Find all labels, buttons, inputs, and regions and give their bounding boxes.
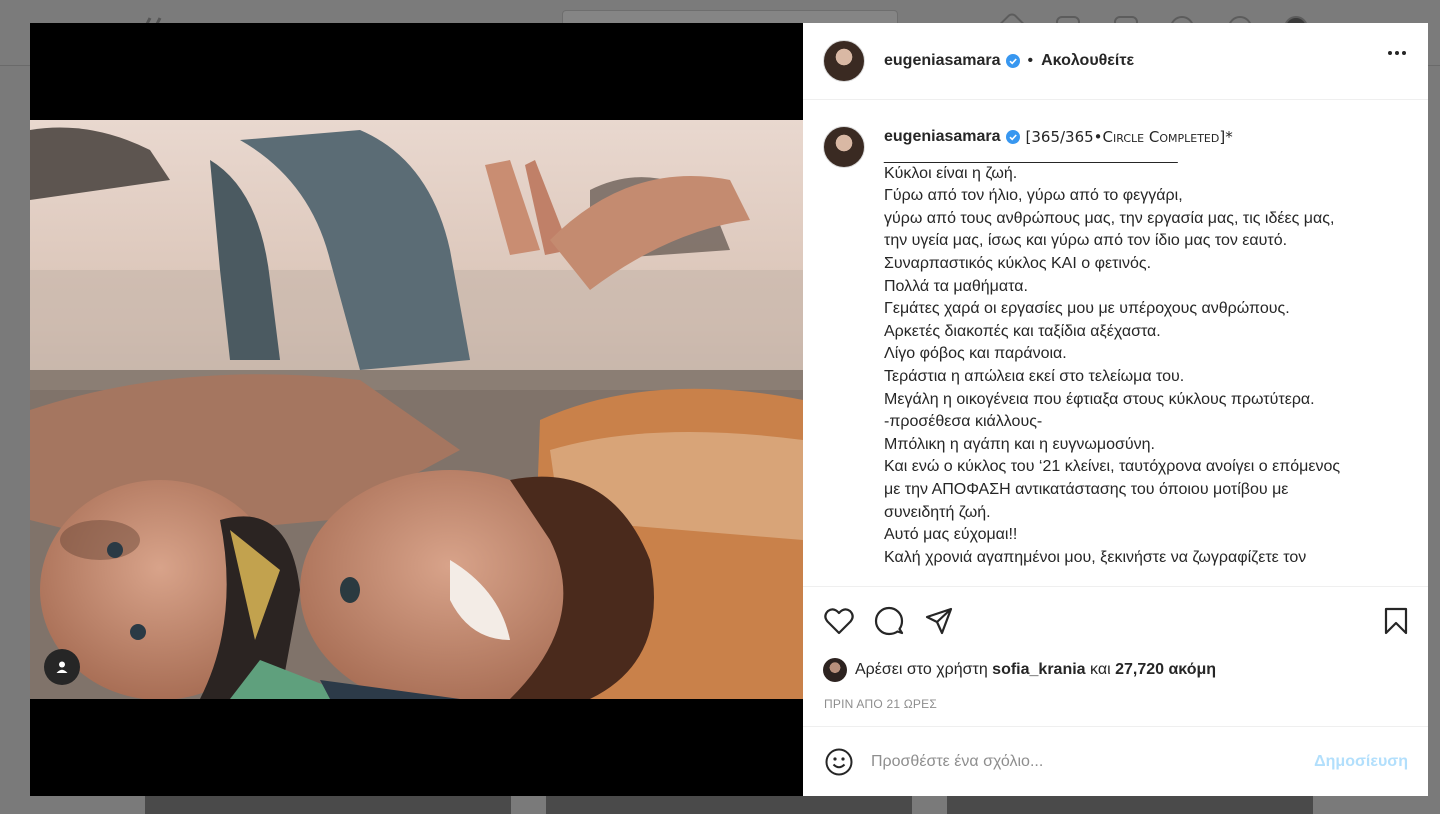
- post-actions-bar: [803, 586, 1428, 654]
- comment-button[interactable]: [873, 605, 905, 637]
- post-caption: eugeniasamara [365/365•Circle Completed]…: [884, 126, 1340, 586]
- liker-username[interactable]: sofia_krania: [992, 661, 1085, 679]
- likes-summary: Αρέσει στο χρήστη sofia_krania και 27,72…: [803, 654, 1428, 686]
- beach-selfie-image: [30, 120, 803, 699]
- caption-title: [365/365•Circle Completed]*: [1025, 128, 1233, 146]
- caption-line: Γύρω από τον ήλιο, γύρω από το φεγγάρι,: [884, 187, 1183, 205]
- likes-count[interactable]: 27,720 ακόμη: [1115, 661, 1216, 679]
- caption-author-username[interactable]: eugeniasamara: [884, 126, 1001, 149]
- verified-badge-icon: [1005, 54, 1020, 68]
- caption-line: Καλή χρονιά αγαπημένοι μου, ξεκινήστε να…: [884, 548, 1307, 566]
- caption-line: την υγεία μας, ίσως και γύρω από τον ίδι…: [884, 232, 1288, 250]
- caption-line: Κύκλοι είναι η ζωή.: [884, 164, 1018, 182]
- comment-input[interactable]: [871, 752, 1315, 771]
- caption-line: Λίγο φόβος και παράνοια.: [884, 345, 1067, 363]
- caption-line: Και ενώ ο κύκλος του ‘21 κλείνει, ταυτόχ…: [884, 458, 1341, 476]
- more-options-icon[interactable]: [1388, 51, 1406, 55]
- paper-plane-icon: [925, 607, 953, 634]
- caption-line: Συναρπαστικός κύκλος ΚΑΙ ο φετινός.: [884, 254, 1152, 272]
- caption-line: Τεράστια η απώλεια εκεί στο τελείωμα του…: [884, 367, 1185, 385]
- caption-line: -προσέθεσα κιάλλους-: [884, 413, 1043, 431]
- post-photo: [30, 120, 803, 699]
- user-tag-icon: [56, 661, 68, 673]
- verified-badge-icon: [1005, 130, 1020, 145]
- bookmark-icon: [1384, 607, 1408, 634]
- caption-line: Πολλά τα μαθήματα.: [884, 277, 1028, 295]
- caption-line: _________________________________: [884, 146, 1178, 164]
- post-header: eugeniasamara • Ακολουθείτε: [803, 23, 1428, 100]
- caption-line: συνειδητή ζωή.: [884, 503, 991, 521]
- author-avatar[interactable]: [823, 40, 865, 82]
- like-button[interactable]: [823, 605, 855, 637]
- background-thumbnail: [145, 796, 511, 814]
- post-comment-button[interactable]: Δημοσίευση: [1314, 753, 1408, 771]
- post-modal: eugeniasamara • Ακολουθείτε eugeniasamar…: [30, 23, 1428, 796]
- caption-line: Αυτό μας εύχομαι!!: [884, 526, 1018, 544]
- caption-line: Μεγάλη η οικογένεια που έφτιαξα στους κύ…: [884, 390, 1315, 408]
- post-timestamp[interactable]: ΠΡΙΝ ΑΠΟ 21 ΩΡΕΣ: [803, 686, 1428, 722]
- following-status-button[interactable]: Ακολουθείτε: [1041, 52, 1134, 70]
- likes-prefix: Αρέσει στο χρήστη: [855, 661, 988, 678]
- post-details-panel: eugeniasamara • Ακολουθείτε eugeniasamar…: [803, 23, 1428, 796]
- post-media: [30, 23, 803, 796]
- author-username[interactable]: eugeniasamara: [884, 52, 1001, 70]
- liker-avatar[interactable]: [823, 658, 847, 682]
- emoji-button[interactable]: [823, 746, 855, 778]
- likes-joiner: και: [1090, 661, 1111, 678]
- smiley-icon: [825, 748, 853, 775]
- comments-area: eugeniasamara [365/365•Circle Completed]…: [803, 100, 1428, 586]
- caption-line: γύρω από τους ανθρώπους μας, την εργασία…: [884, 209, 1335, 227]
- add-comment-bar: Δημοσίευση: [803, 726, 1428, 796]
- caption-line: Μπόλικη η αγάπη και η ευγνωμοσύνη.: [884, 435, 1155, 453]
- background-thumbnail: [947, 796, 1313, 814]
- share-button[interactable]: [923, 605, 955, 637]
- caption-author-avatar[interactable]: [823, 126, 865, 168]
- comment-bubble-icon: [874, 606, 904, 635]
- background-thumbnail: [546, 796, 912, 814]
- save-button[interactable]: [1380, 605, 1412, 637]
- heart-icon: [824, 607, 854, 634]
- caption-line: με την ΑΠΟΦΑΣΗ αντικατάστασης του όποιου…: [884, 480, 1289, 498]
- separator-dot: •: [1027, 52, 1034, 69]
- caption-line: Γεμάτες χαρά οι εργασίες μου με υπέροχου…: [884, 300, 1290, 318]
- caption-line: Αρκετές διακοπές και ταξίδια αξέχαστα.: [884, 322, 1161, 340]
- tagged-users-button[interactable]: [44, 649, 80, 685]
